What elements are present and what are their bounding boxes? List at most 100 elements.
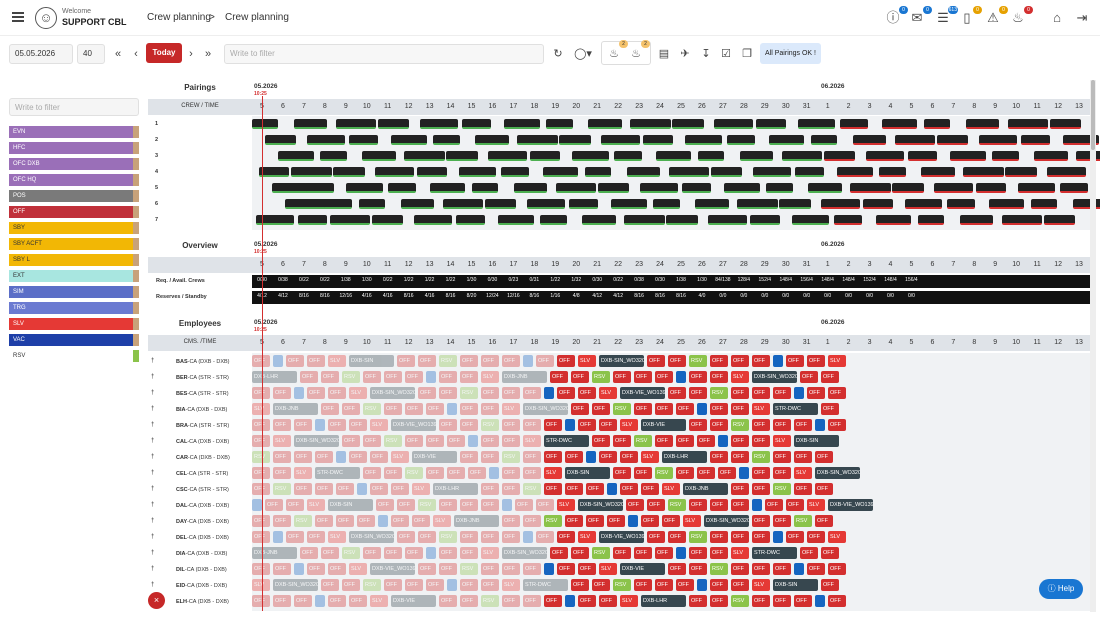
pairing-bar[interactable]: [724, 183, 760, 193]
off-duty-cell[interactable]: OFF: [599, 419, 617, 431]
off-duty-cell[interactable]: OFF: [710, 371, 728, 383]
flight-marker[interactable]: [378, 515, 388, 527]
off-duty-cell[interactable]: OFF: [676, 579, 694, 591]
pairing-bar[interactable]: [708, 215, 747, 225]
off-duty-cell[interactable]: OFF: [307, 531, 325, 543]
off-duty-cell[interactable]: OFF: [815, 515, 833, 527]
off-duty-cell[interactable]: OFF: [731, 435, 749, 447]
trip-cell[interactable]: DXB-JNB: [273, 403, 318, 415]
off-duty-cell[interactable]: OFF: [641, 483, 659, 495]
off-duty-cell[interactable]: OFF: [697, 467, 715, 479]
rsv-cell[interactable]: RSV: [613, 403, 631, 415]
off-duty-cell[interactable]: OFF: [300, 371, 318, 383]
slv-cell[interactable]: SLV: [578, 355, 596, 367]
off-duty-cell[interactable]: OFF: [752, 435, 770, 447]
employee-row-label[interactable]: CEL-CA (STR - STR): [176, 471, 228, 477]
off-duty-cell[interactable]: OFF: [544, 419, 562, 431]
warning-icon[interactable]: ⚠ 0: [984, 6, 1008, 26]
rsv-cell[interactable]: RSV: [794, 515, 812, 527]
pairing-bar[interactable]: [934, 183, 973, 193]
off-duty-cell[interactable]: OFF: [689, 387, 707, 399]
slv-cell[interactable]: SLV: [620, 419, 638, 431]
off-duty-cell[interactable]: OFF: [460, 499, 478, 511]
pin-icon[interactable]: †: [151, 454, 154, 460]
off-duty-cell[interactable]: OFF: [273, 387, 291, 399]
off-duty-cell[interactable]: OFF: [273, 467, 291, 479]
off-duty-cell[interactable]: OFF: [336, 483, 354, 495]
pairing-bar[interactable]: [669, 167, 709, 177]
off-duty-cell[interactable]: OFF: [460, 531, 478, 543]
off-duty-cell[interactable]: OFF: [294, 419, 312, 431]
off-duty-cell[interactable]: OFF: [634, 371, 652, 383]
pairing-bar[interactable]: [666, 215, 698, 225]
off-duty-cell[interactable]: OFF: [376, 499, 394, 511]
trip-cell[interactable]: DXB-JNB: [502, 371, 547, 383]
off-duty-cell[interactable]: OFF: [821, 547, 839, 559]
pairing-bar[interactable]: [769, 135, 804, 145]
pairing-bar[interactable]: [517, 135, 558, 145]
pairing-bar[interactable]: [976, 183, 1006, 193]
slv-cell[interactable]: SLV: [412, 483, 430, 495]
off-duty-cell[interactable]: OFF: [315, 515, 333, 527]
off-duty-cell[interactable]: OFF: [800, 371, 818, 383]
off-duty-cell[interactable]: OFF: [342, 435, 360, 447]
menu-icon[interactable]: [12, 12, 24, 22]
off-duty-cell[interactable]: OFF: [252, 563, 270, 575]
off-duty-cell[interactable]: OFF: [697, 435, 715, 447]
pairing-bar[interactable]: [627, 167, 660, 177]
trip-cell[interactable]: DXB-JNB: [454, 515, 499, 527]
trip-cell[interactable]: DXB-VIE_WO139: [391, 419, 436, 431]
help-circle-icon[interactable]: ⓘ 0: [884, 6, 908, 26]
slv-cell[interactable]: SLV: [523, 435, 541, 447]
trip-cell[interactable]: DXB-SIN_WO320...: [502, 547, 547, 559]
off-duty-cell[interactable]: OFF: [689, 371, 707, 383]
off-duty-cell[interactable]: OFF: [370, 483, 388, 495]
pairing-bar[interactable]: [924, 119, 950, 129]
message-icon[interactable]: ▯ 0: [958, 6, 982, 26]
off-duty-cell[interactable]: OFF: [273, 515, 291, 527]
rsv-cell[interactable]: RSV: [668, 499, 686, 511]
pairing-bar[interactable]: [740, 151, 773, 161]
pairing-bar[interactable]: [304, 183, 334, 193]
slv-cell[interactable]: SLV: [807, 499, 825, 511]
pairing-bar[interactable]: [643, 135, 673, 145]
pairing-bar[interactable]: [375, 167, 414, 177]
flight-marker[interactable]: [294, 563, 304, 575]
trip-cell[interactable]: DXB-SIN_WO320...: [273, 579, 318, 591]
pairing-bar[interactable]: [417, 167, 447, 177]
off-duty-cell[interactable]: OFF: [710, 403, 728, 415]
off-duty-cell[interactable]: OFF: [300, 547, 318, 559]
breadcrumb-current[interactable]: Crew planning: [225, 12, 289, 23]
pairing-bar[interactable]: [330, 215, 370, 225]
off-duty-cell[interactable]: OFF: [592, 579, 610, 591]
off-duty-cell[interactable]: OFF: [307, 563, 325, 575]
off-duty-cell[interactable]: OFF: [578, 563, 596, 575]
off-duty-cell[interactable]: OFF: [439, 499, 457, 511]
off-duty-cell[interactable]: OFF: [800, 547, 818, 559]
flight-marker[interactable]: [697, 403, 707, 415]
pairing-bar[interactable]: [401, 199, 434, 209]
pairing-bar[interactable]: [601, 135, 640, 145]
off-duty-cell[interactable]: OFF: [752, 515, 770, 527]
off-duty-cell[interactable]: OFF: [773, 419, 791, 431]
off-duty-cell[interactable]: OFF: [731, 483, 749, 495]
pairing-bar[interactable]: [766, 183, 793, 193]
trip-cell[interactable]: DXB-SIN: [328, 499, 373, 511]
off-duty-cell[interactable]: OFF: [634, 403, 652, 415]
next-icon[interactable]: ›: [185, 44, 197, 64]
off-duty-cell[interactable]: OFF: [439, 371, 457, 383]
off-duty-cell[interactable]: OFF: [807, 387, 825, 399]
off-duty-cell[interactable]: OFF: [655, 547, 673, 559]
pairing-bar[interactable]: [420, 119, 458, 129]
off-duty-cell[interactable]: OFF: [634, 547, 652, 559]
slv-cell[interactable]: SLV: [370, 595, 388, 607]
trip-cell[interactable]: DXB-SIN: [349, 355, 394, 367]
off-duty-cell[interactable]: OFF: [349, 595, 367, 607]
off-duty-cell[interactable]: OFF: [502, 515, 520, 527]
slv-cell[interactable]: SLV: [578, 531, 596, 543]
off-duty-cell[interactable]: OFF: [689, 563, 707, 575]
off-duty-cell[interactable]: OFF: [252, 435, 270, 447]
rsv-cell[interactable]: RSV: [460, 387, 478, 399]
employee-row-label[interactable]: BER-CA (STR - STR): [176, 375, 229, 381]
off-duty-cell[interactable]: OFF: [286, 355, 304, 367]
